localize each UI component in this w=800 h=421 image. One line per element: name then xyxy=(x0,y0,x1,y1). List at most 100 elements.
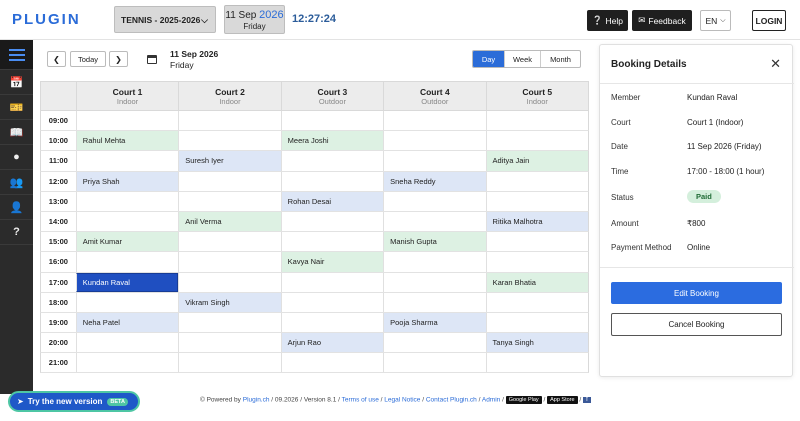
time-label: 19:00 xyxy=(48,317,68,327)
empty-slot[interactable] xyxy=(383,211,485,232)
booking-cell[interactable]: Suresh Iyer xyxy=(178,151,281,171)
app-logo[interactable]: PLUGIN xyxy=(12,11,81,28)
booking-cell[interactable]: Neha Patel xyxy=(75,312,179,333)
try-new-version-button[interactable]: ➤ Try the new version BETA xyxy=(8,391,140,412)
empty-slot[interactable] xyxy=(280,232,383,252)
booking-cell[interactable]: Amit Kumar xyxy=(75,232,179,252)
booking-cell[interactable]: Kundan Raval xyxy=(75,272,179,292)
contact-link[interactable]: Contact Plugin.ch xyxy=(426,397,477,404)
view-month-tab[interactable]: Month xyxy=(541,51,580,67)
booking-cell[interactable]: Rohan Desai xyxy=(280,191,384,211)
close-icon[interactable]: ✕ xyxy=(770,56,781,72)
empty-slot[interactable] xyxy=(178,312,280,333)
empty-slot[interactable] xyxy=(178,131,280,151)
users-icon[interactable]: 👥 xyxy=(0,170,33,195)
empty-slot[interactable] xyxy=(383,191,485,211)
booking-cell[interactable]: Karan Bhatia xyxy=(485,272,588,292)
season-selector[interactable]: TENNIS - 2025-2026 ⌵ xyxy=(114,6,216,33)
empty-slot[interactable] xyxy=(485,232,588,252)
empty-slot[interactable] xyxy=(383,151,485,171)
booking-cell[interactable]: Aditya Jain xyxy=(485,151,588,171)
empty-slot[interactable] xyxy=(383,272,485,292)
booking-cell[interactable]: Rahul Mehta xyxy=(75,131,179,151)
empty-slot[interactable] xyxy=(383,353,485,373)
time-row: 14:00 Anil Verma Ritika Malhotra xyxy=(40,211,589,233)
calendar-picker-icon[interactable] xyxy=(147,55,157,64)
empty-slot[interactable] xyxy=(280,171,383,191)
booking-cell[interactable]: Ritika Malhotra xyxy=(485,211,588,232)
empty-slot[interactable] xyxy=(485,111,588,131)
next-day-button[interactable]: ❯ xyxy=(109,51,128,67)
ticket-icon[interactable]: 🎫 xyxy=(0,95,33,120)
empty-slot[interactable] xyxy=(383,333,485,353)
empty-slot[interactable] xyxy=(383,292,485,312)
empty-slot[interactable] xyxy=(485,292,588,312)
booking-cell[interactable]: Anil Verma xyxy=(178,211,281,232)
empty-slot[interactable] xyxy=(75,292,178,312)
empty-slot[interactable] xyxy=(75,111,178,131)
empty-slot[interactable] xyxy=(75,151,178,171)
empty-slot[interactable] xyxy=(178,272,280,292)
today-button[interactable]: Today xyxy=(70,51,106,67)
facebook-icon[interactable]: f xyxy=(583,397,591,403)
empty-slot[interactable] xyxy=(280,292,383,312)
empty-slot[interactable] xyxy=(280,151,383,171)
login-button[interactable]: LOGIN xyxy=(752,10,786,31)
empty-slot[interactable] xyxy=(178,191,280,211)
empty-slot[interactable] xyxy=(178,111,280,131)
empty-slot[interactable] xyxy=(485,312,588,333)
booking-cell[interactable]: Kavya Nair xyxy=(280,252,384,272)
booking-cell[interactable]: Priya Shah xyxy=(75,171,179,191)
view-week-tab[interactable]: Week xyxy=(505,51,541,67)
calendar-icon[interactable]: 📅 xyxy=(0,70,33,95)
feedback-button[interactable]: ✉ Feedback xyxy=(632,10,692,31)
empty-slot[interactable] xyxy=(280,353,383,373)
empty-slot[interactable] xyxy=(383,131,485,151)
cancel-booking-button[interactable]: Cancel Booking xyxy=(611,313,782,336)
empty-slot[interactable] xyxy=(75,353,178,373)
empty-slot[interactable] xyxy=(280,211,383,232)
help-button[interactable]: ❔ Help xyxy=(587,10,628,31)
terms-link[interactable]: Terms of use xyxy=(342,397,379,404)
location-icon[interactable]: ● xyxy=(0,145,33,170)
booking-cell[interactable]: Tanya Singh xyxy=(485,333,588,353)
empty-slot[interactable] xyxy=(178,353,280,373)
prev-day-button[interactable]: ❮ xyxy=(47,51,66,67)
empty-slot[interactable] xyxy=(75,191,178,211)
plugin-link[interactable]: Plugin.ch xyxy=(243,397,270,404)
help-icon[interactable]: ? xyxy=(0,220,33,245)
empty-slot[interactable] xyxy=(280,272,383,292)
empty-slot[interactable] xyxy=(485,252,588,272)
empty-slot[interactable] xyxy=(383,111,485,131)
empty-slot[interactable] xyxy=(178,252,280,272)
booking-cell[interactable]: Manish Gupta xyxy=(383,232,486,252)
user-icon[interactable]: 👤 xyxy=(0,195,33,220)
empty-slot[interactable] xyxy=(75,252,178,272)
menu-icon[interactable] xyxy=(0,40,33,70)
booking-cell[interactable]: Vikram Singh xyxy=(178,292,281,312)
app-store-badge[interactable]: App Store xyxy=(547,396,578,404)
book-icon[interactable]: 📖 xyxy=(0,120,33,145)
empty-slot[interactable] xyxy=(178,171,280,191)
empty-slot[interactable] xyxy=(75,211,178,232)
empty-slot[interactable] xyxy=(485,353,588,373)
empty-slot[interactable] xyxy=(485,191,588,211)
view-day-tab[interactable]: Day xyxy=(473,51,505,67)
edit-booking-button[interactable]: Edit Booking xyxy=(611,282,782,304)
empty-slot[interactable] xyxy=(178,333,280,353)
empty-slot[interactable] xyxy=(485,171,588,191)
legal-link[interactable]: Legal Notice xyxy=(384,397,420,404)
booking-cell[interactable]: Sneha Reddy xyxy=(383,171,486,191)
google-play-badge[interactable]: Google Play xyxy=(505,396,542,404)
booking-cell[interactable]: Meera Joshi xyxy=(280,131,384,151)
admin-link[interactable]: Admin xyxy=(482,397,500,404)
empty-slot[interactable] xyxy=(383,252,485,272)
booking-cell[interactable]: Arjun Rao xyxy=(280,333,384,353)
empty-slot[interactable] xyxy=(280,312,383,333)
booking-cell[interactable]: Pooja Sharma xyxy=(383,312,486,333)
language-selector[interactable]: EN ⌵ xyxy=(700,10,731,31)
empty-slot[interactable] xyxy=(75,333,178,353)
empty-slot[interactable] xyxy=(178,232,280,252)
empty-slot[interactable] xyxy=(280,111,383,131)
empty-slot[interactable] xyxy=(485,131,588,151)
